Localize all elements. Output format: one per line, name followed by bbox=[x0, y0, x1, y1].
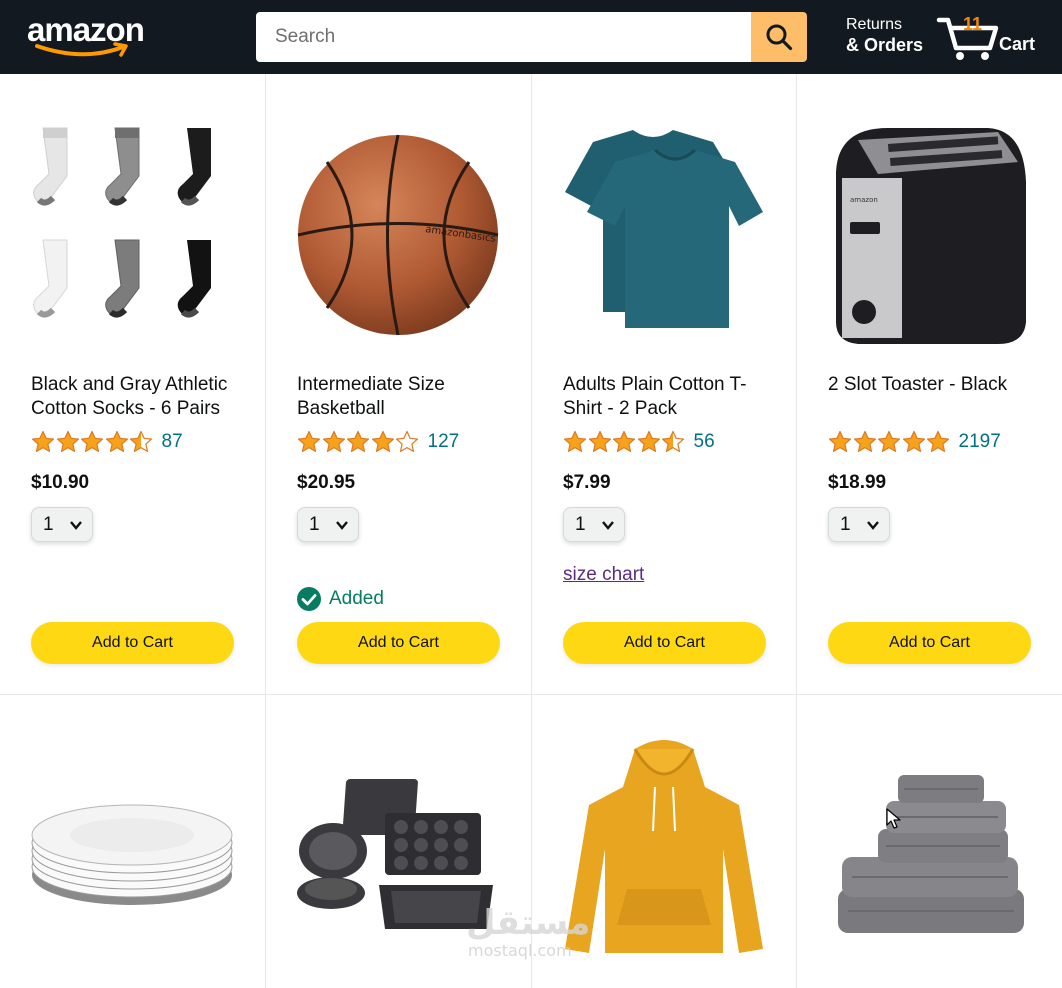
added-label: Added bbox=[329, 588, 384, 609]
rating-stars bbox=[297, 430, 420, 454]
watermark-latin: mostaql.com bbox=[468, 941, 572, 960]
top-navigation-bar: amazon Returns & Orders 11 Cart bbox=[0, 0, 1062, 74]
star-icon bbox=[612, 430, 636, 452]
chevron-down-icon bbox=[336, 521, 348, 530]
star-icon bbox=[80, 430, 104, 452]
product-card: Black and Gray Athletic Cotton Socks - 6… bbox=[0, 74, 266, 695]
star-icon bbox=[902, 430, 925, 452]
quantity-value: 1 bbox=[840, 513, 851, 535]
search-button[interactable] bbox=[751, 12, 807, 62]
rating-count[interactable]: 87 bbox=[162, 431, 183, 453]
returns-orders-link[interactable]: Returns & Orders bbox=[846, 14, 923, 56]
product-title[interactable]: Intermediate Size Basketball bbox=[297, 373, 503, 421]
star-icon bbox=[563, 430, 587, 452]
product-image-basketball[interactable]: amazonbasics bbox=[297, 122, 500, 348]
chevron-down-icon bbox=[867, 521, 879, 530]
rating-count[interactable]: 2197 bbox=[959, 431, 1001, 453]
quantity-value: 1 bbox=[309, 513, 320, 535]
product-grid: Black and Gray Athletic Cotton Socks - 6… bbox=[0, 74, 1062, 988]
search-bar bbox=[256, 12, 807, 62]
quantity-select[interactable]: 1 bbox=[31, 507, 93, 542]
size-chart-link[interactable]: size chart bbox=[563, 564, 644, 586]
search-input[interactable] bbox=[256, 12, 751, 62]
product-rating[interactable]: 2197 bbox=[828, 430, 1001, 454]
product-price: $7.99 bbox=[563, 472, 611, 493]
quantity-select[interactable]: 1 bbox=[563, 507, 625, 542]
cart-link[interactable]: 11 Cart bbox=[934, 10, 1044, 66]
product-card bbox=[0, 695, 266, 988]
product-image-socks[interactable] bbox=[31, 122, 234, 348]
rating-count[interactable]: 127 bbox=[428, 431, 460, 453]
star-icon bbox=[31, 430, 55, 452]
star-icon bbox=[588, 430, 611, 452]
orders-label: & Orders bbox=[846, 35, 924, 55]
watermark: مستقل mostaql.com bbox=[466, 905, 590, 960]
star-icon bbox=[637, 430, 660, 452]
star-icon bbox=[828, 430, 852, 452]
add-to-cart-button[interactable]: Add to Cart bbox=[31, 622, 234, 664]
quantity-select[interactable]: 1 bbox=[828, 507, 890, 542]
product-price: $20.95 bbox=[297, 472, 356, 493]
add-to-cart-button[interactable]: Add to Cart bbox=[563, 622, 766, 664]
product-image-t-shirt[interactable] bbox=[563, 122, 766, 348]
rating-count[interactable]: 56 bbox=[694, 431, 715, 453]
add-to-cart-button[interactable]: Add to Cart bbox=[828, 622, 1031, 664]
star-icon bbox=[297, 430, 321, 452]
product-card: Adults Plain Cotton T-Shirt - 2 Pack 56 … bbox=[532, 74, 797, 695]
star-icon bbox=[105, 430, 128, 452]
product-title[interactable]: 2 Slot Toaster - Black bbox=[828, 373, 1034, 397]
star-icon bbox=[371, 430, 394, 452]
add-to-cart-button[interactable]: Add to Cart bbox=[297, 622, 500, 664]
added-message: Added bbox=[297, 587, 384, 611]
star-icon bbox=[926, 430, 950, 452]
mouse-cursor-icon bbox=[886, 808, 901, 829]
star-icon bbox=[129, 430, 153, 452]
svg-text:amazon: amazon bbox=[850, 196, 878, 204]
product-rating[interactable]: 127 bbox=[297, 430, 459, 454]
rating-stars bbox=[828, 430, 951, 454]
star-icon bbox=[853, 430, 876, 452]
search-icon bbox=[766, 24, 793, 51]
product-card bbox=[797, 695, 1062, 988]
product-image-toaster[interactable]: amazon bbox=[828, 122, 1031, 348]
smile-arrow-icon bbox=[35, 42, 128, 57]
star-icon bbox=[346, 430, 370, 452]
star-icon bbox=[395, 430, 419, 452]
product-image-plates[interactable] bbox=[31, 739, 234, 969]
star-icon bbox=[56, 430, 79, 452]
quantity-value: 1 bbox=[43, 513, 54, 535]
watermark-arabic: مستقل bbox=[466, 903, 591, 943]
product-card: amazonbasics Intermediate Size Basketbal… bbox=[266, 74, 532, 695]
product-price: $18.99 bbox=[828, 472, 887, 493]
chevron-down-icon bbox=[602, 521, 614, 530]
rating-stars bbox=[563, 430, 686, 454]
product-rating[interactable]: 87 bbox=[31, 430, 183, 454]
star-icon bbox=[877, 430, 901, 452]
product-title[interactable]: Black and Gray Athletic Cotton Socks - 6… bbox=[31, 373, 237, 421]
product-image-towels[interactable] bbox=[828, 739, 1031, 969]
quantity-select[interactable]: 1 bbox=[297, 507, 359, 542]
star-icon bbox=[661, 430, 685, 452]
returns-label: Returns bbox=[846, 16, 903, 33]
product-title[interactable]: Adults Plain Cotton T-Shirt - 2 Pack bbox=[563, 373, 769, 421]
quantity-value: 1 bbox=[575, 513, 586, 535]
product-price: $10.90 bbox=[31, 472, 90, 493]
cart-label: Cart bbox=[999, 34, 1036, 54]
amazon-logo[interactable]: amazon bbox=[27, 12, 157, 60]
product-card: amazon 2 Slot Toaster - Black 2197 $18.9… bbox=[797, 74, 1062, 695]
product-image-hoodie[interactable] bbox=[563, 739, 766, 969]
cart-count: 11 bbox=[963, 14, 983, 34]
chevron-down-icon bbox=[70, 521, 82, 530]
star-icon bbox=[322, 430, 345, 452]
product-rating[interactable]: 56 bbox=[563, 430, 715, 454]
rating-stars bbox=[31, 430, 154, 454]
checkmark-icon bbox=[297, 587, 321, 611]
